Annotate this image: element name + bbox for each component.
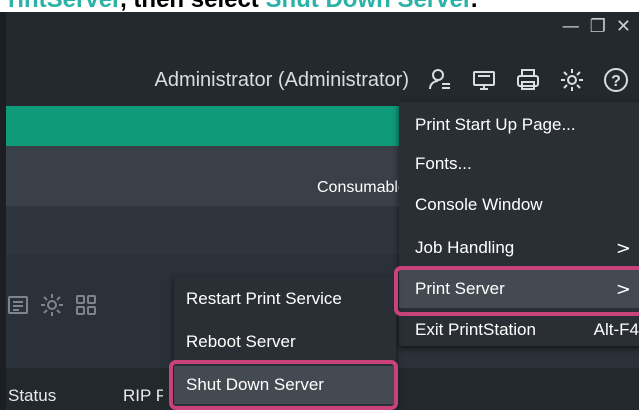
menu-item-reboot-server[interactable]: Reboot Server bbox=[174, 323, 396, 361]
menu-item-label: Print Server bbox=[415, 279, 505, 298]
printer-icon[interactable] bbox=[513, 65, 543, 95]
menu-item-label: Restart Print Service bbox=[186, 289, 342, 308]
user-switch-icon[interactable] bbox=[425, 65, 455, 95]
minimize-icon[interactable]: — bbox=[562, 16, 580, 37]
menu-item-fonts[interactable]: Fonts... bbox=[399, 145, 639, 183]
menu-item-label: Shut Down Server bbox=[186, 375, 324, 394]
restore-icon[interactable]: ❐ bbox=[590, 16, 606, 37]
chevron-right-icon: > bbox=[615, 237, 631, 259]
menu-item-exit-printstation[interactable]: Exit PrintStation Alt-F4 bbox=[399, 311, 639, 349]
grid-view-icon[interactable] bbox=[74, 293, 98, 317]
close-icon[interactable]: ✕ bbox=[616, 16, 631, 37]
title-bar: — ❐ ✕ bbox=[6, 12, 639, 54]
shortcut-label: Alt-F4 bbox=[593, 320, 639, 339]
help-glyph: ? bbox=[611, 73, 621, 90]
printstation-window: — ❐ ✕ Administrator (Administrator) ? Co… bbox=[0, 12, 639, 410]
print-server-submenu: Restart Print Service Reboot Server Shut… bbox=[174, 277, 396, 408]
column-header-rip[interactable]: RIP Processing bbox=[123, 386, 163, 406]
tab-consumables[interactable]: Consumables bbox=[317, 179, 403, 197]
menu-item-job-handling[interactable]: Job Handling > bbox=[399, 229, 639, 267]
gear-icon[interactable] bbox=[40, 293, 64, 317]
menu-item-shut-down-server[interactable]: Shut Down Server bbox=[174, 366, 396, 404]
window-controls: — ❐ ✕ bbox=[562, 16, 631, 37]
menu-item-console-window[interactable]: Console Window bbox=[399, 186, 639, 224]
chevron-right-icon: > bbox=[615, 278, 631, 300]
help-icon[interactable]: ? bbox=[601, 65, 631, 95]
monitor-icon[interactable] bbox=[469, 65, 499, 95]
menu-item-label: Print Start Up Page... bbox=[415, 115, 576, 134]
menu-item-restart-print-service[interactable]: Restart Print Service bbox=[174, 280, 396, 318]
menu-item-print-start-up-page[interactable]: Print Start Up Page... bbox=[399, 106, 639, 144]
main-dropdown-menu: Print Start Up Page... Fonts... Console … bbox=[399, 102, 639, 346]
user-toolbar: Administrator (Administrator) ? bbox=[6, 54, 639, 106]
user-label: Administrator (Administrator) bbox=[154, 68, 409, 91]
list-view-icon[interactable] bbox=[6, 293, 30, 317]
menu-item-label: Reboot Server bbox=[186, 332, 296, 351]
list-toolbar bbox=[6, 288, 98, 322]
menu-item-label: Fonts... bbox=[415, 154, 472, 173]
menu-item-label: Job Handling bbox=[415, 238, 515, 257]
column-header-status[interactable]: Status bbox=[8, 386, 56, 406]
settings-icon[interactable] bbox=[557, 65, 587, 95]
menu-item-label: Exit PrintStation bbox=[415, 320, 536, 339]
menu-item-print-server[interactable]: Print Server > bbox=[399, 270, 639, 308]
menu-item-label: Console Window bbox=[415, 195, 543, 214]
